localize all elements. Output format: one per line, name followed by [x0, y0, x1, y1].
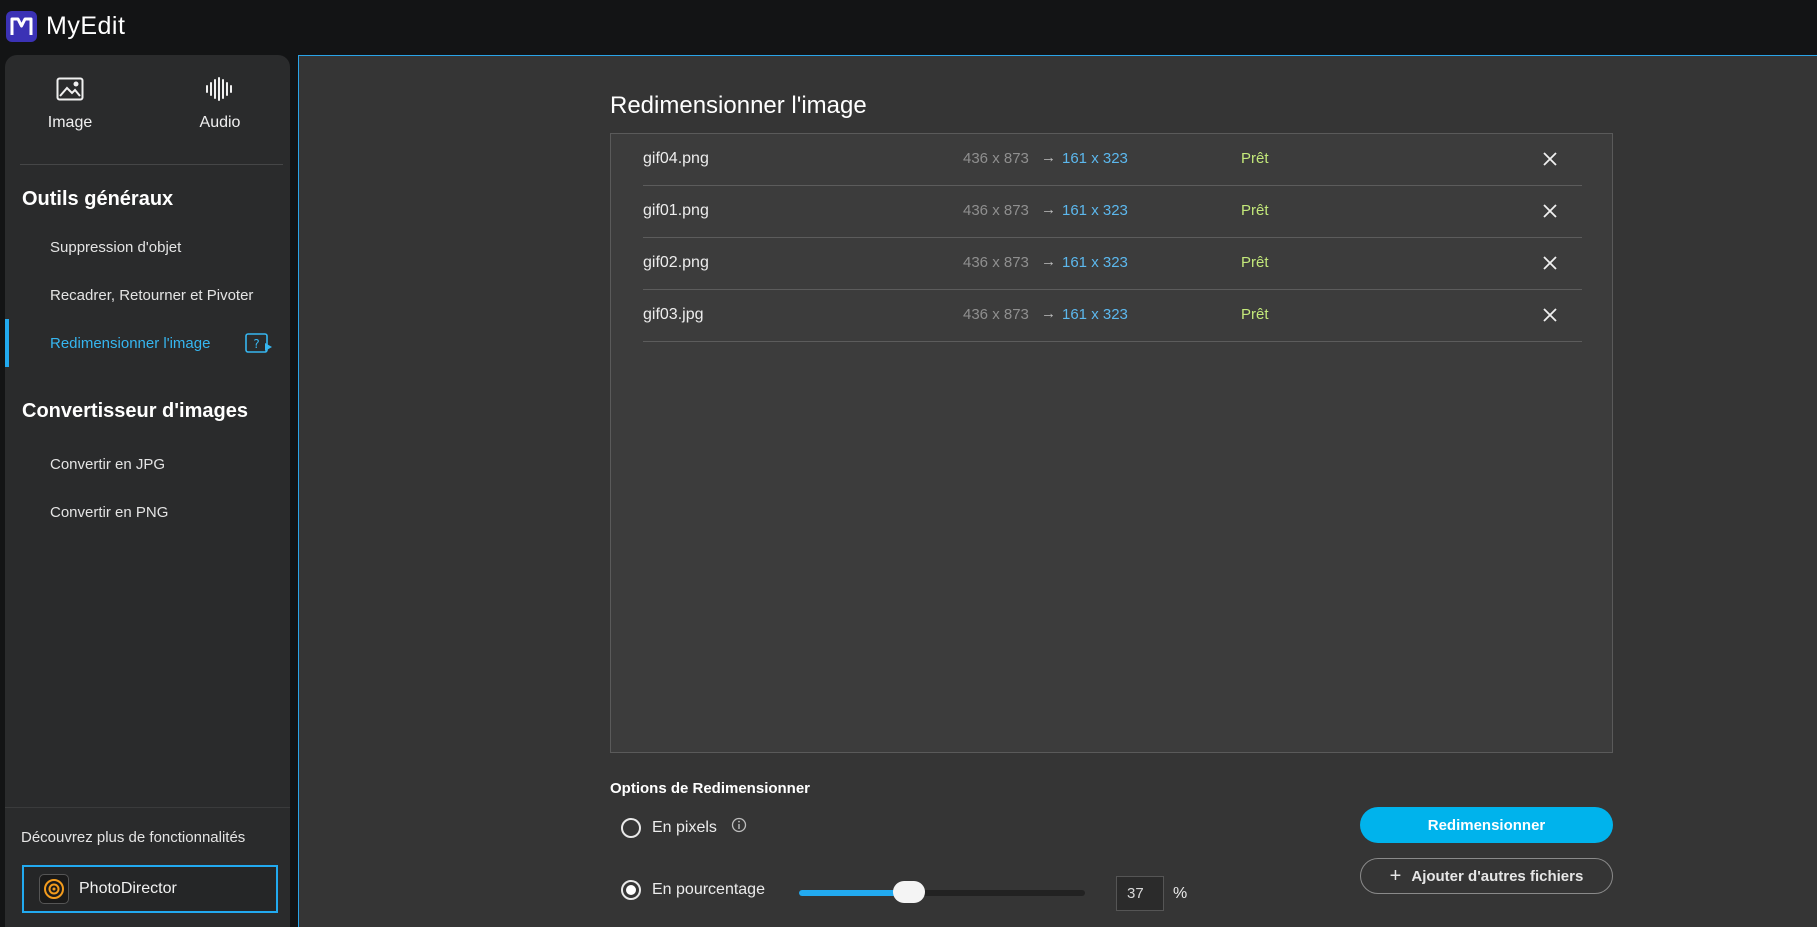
sidebar-item-convert-png[interactable]: Convertir en PNG: [5, 488, 290, 536]
sidebar-item-label: Convertir en PNG: [50, 503, 169, 521]
new-dimensions: 161 x 323: [1062, 254, 1128, 271]
file-name: gif02.png: [643, 254, 709, 271]
sidebar: Image Audio Outils généraux Suppression …: [5, 55, 290, 927]
section-title-image-converter: Convertisseur d'images: [22, 400, 248, 422]
sidebar-item-label: Convertir en JPG: [50, 455, 166, 473]
top-bar: MyEdit: [0, 0, 1817, 55]
pixels-radio-label: En pixels: [652, 818, 717, 836]
file-name: gif01.png: [643, 202, 709, 219]
close-icon: [1543, 204, 1557, 218]
main-content: Redimensionner l'image gif04.png 436 x 8…: [298, 55, 1817, 927]
discover-more-text: Découvrez plus de fonctionnalités: [21, 829, 246, 846]
file-row: gif03.jpg 436 x 873 → 161 x 323 Prêt: [643, 290, 1582, 342]
sidebar-item-convert-jpg[interactable]: Convertir en JPG: [5, 440, 290, 488]
divider: [20, 164, 283, 165]
option-pixels[interactable]: En pixels: [621, 817, 747, 838]
file-row: gif02.png 436 x 873 → 161 x 323 Prêt: [643, 238, 1582, 290]
options-title: Options de Redimensionner: [610, 780, 811, 797]
status-badge: Prêt: [1241, 254, 1269, 271]
file-name: gif04.png: [643, 150, 709, 167]
percentage-radio[interactable]: [621, 880, 641, 900]
file-row: gif01.png 436 x 873 → 161 x 323 Prêt: [643, 186, 1582, 238]
percentage-input[interactable]: [1116, 876, 1164, 911]
remove-file-button[interactable]: [1539, 148, 1561, 170]
mode-tab-label: Audio: [199, 114, 241, 131]
arrow-right-icon: →: [1041, 149, 1056, 166]
close-icon: [1543, 152, 1557, 166]
percentage-radio-label: En pourcentage: [652, 881, 765, 898]
radio-selected-dot: [626, 885, 636, 895]
arrow-right-icon: →: [1041, 305, 1056, 322]
photodirector-logo-icon: [39, 874, 69, 904]
sidebar-item-label: Suppression d'objet: [50, 238, 182, 256]
photodirector-button[interactable]: PhotoDirector: [22, 865, 278, 913]
sidebar-item-label: Recadrer, Retourner et Pivoter: [50, 286, 254, 304]
status-badge: Prêt: [1241, 306, 1269, 323]
image-icon: [56, 77, 84, 106]
file-list-panel: gif04.png 436 x 873 → 161 x 323 Prêt gif…: [610, 133, 1613, 753]
mode-tab-label: Image: [47, 114, 93, 131]
slider-thumb[interactable]: [893, 881, 925, 903]
remove-file-button[interactable]: [1539, 304, 1561, 326]
page-title: Redimensionner l'image: [610, 92, 867, 119]
info-icon[interactable]: [731, 817, 747, 838]
audio-waveform-icon: [205, 77, 235, 106]
resize-button[interactable]: Redimensionner: [1360, 807, 1613, 843]
sidebar-item-crop-flip-rotate[interactable]: Recadrer, Retourner et Pivoter: [5, 271, 290, 319]
sidebar-item-object-removal[interactable]: Suppression d'objet: [5, 223, 290, 271]
app-title: MyEdit: [46, 12, 126, 40]
original-dimensions: 436 x 873: [963, 306, 1029, 323]
divider: [5, 807, 290, 808]
mode-tab-audio[interactable]: Audio: [165, 77, 275, 147]
sidebar-item-resize-image[interactable]: Redimensionner l'image ?: [5, 319, 290, 367]
section-title-general-tools: Outils généraux: [22, 188, 174, 210]
plus-icon: +: [1389, 864, 1402, 887]
arrow-right-icon: →: [1041, 201, 1056, 218]
original-dimensions: 436 x 873: [963, 150, 1029, 167]
new-dimensions: 161 x 323: [1062, 150, 1128, 167]
remove-file-button[interactable]: [1539, 200, 1561, 222]
myedit-logo[interactable]: [6, 11, 37, 42]
help-video-icon[interactable]: ?: [245, 333, 273, 358]
original-dimensions: 436 x 873: [963, 254, 1029, 271]
close-icon: [1543, 256, 1557, 270]
add-files-button[interactable]: + Ajouter d'autres fichiers: [1360, 858, 1613, 894]
add-files-label: Ajouter d'autres fichiers: [1411, 867, 1584, 885]
new-dimensions: 161 x 323: [1062, 306, 1128, 323]
original-dimensions: 436 x 873: [963, 202, 1029, 219]
sidebar-item-label: Redimensionner l'image: [50, 334, 211, 352]
new-dimensions: 161 x 323: [1062, 202, 1128, 219]
percent-sign: %: [1173, 885, 1188, 902]
mode-tab-image[interactable]: Image: [15, 77, 125, 147]
svg-text:?: ?: [253, 337, 259, 351]
pixels-radio[interactable]: [621, 817, 641, 838]
photodirector-label: PhotoDirector: [79, 880, 177, 897]
percentage-slider[interactable]: [799, 881, 1085, 903]
close-icon: [1543, 308, 1557, 322]
status-badge: Prêt: [1241, 202, 1269, 219]
arrow-right-icon: →: [1041, 253, 1056, 270]
remove-file-button[interactable]: [1539, 252, 1561, 274]
status-badge: Prêt: [1241, 150, 1269, 167]
file-row: gif04.png 436 x 873 → 161 x 323 Prêt: [643, 134, 1582, 186]
file-name: gif03.jpg: [643, 306, 704, 323]
option-percentage[interactable]: En pourcentage: [621, 880, 765, 900]
